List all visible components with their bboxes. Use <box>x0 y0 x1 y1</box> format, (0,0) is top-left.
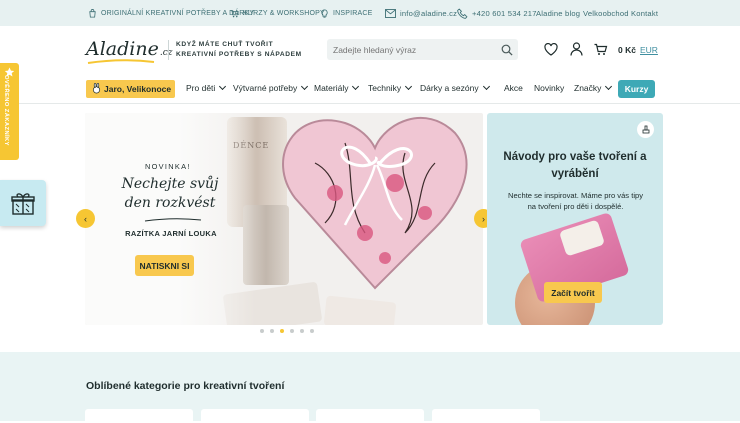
bag-icon <box>89 8 96 18</box>
verified-badge-label: OVĚŘENO ZÁKAZNÍKY <box>3 75 9 146</box>
hero-cta-button[interactable]: NATISKNI SI <box>135 255 194 276</box>
promo-text: Nechte se inspirovat. Máme pro vás tipy … <box>507 191 644 211</box>
user-icon <box>569 42 583 56</box>
topbar-item-courses[interactable]: KURZY & WORKSHOPY <box>230 0 325 26</box>
chevron-down-icon <box>482 82 490 91</box>
search-icon <box>501 44 513 56</box>
logo-text: Aladine <box>86 38 159 60</box>
chevron-right-icon: › <box>482 213 485 224</box>
nav-item-brands[interactable]: Značky <box>574 82 613 93</box>
email-link[interactable]: info@aladine.cz <box>400 9 457 18</box>
chevron-down-icon <box>219 82 227 91</box>
gift-widget[interactable] <box>0 180 46 226</box>
cart-icon <box>594 43 608 55</box>
promo-card[interactable]: Návody pro vaše tvoření a vyrábění Necht… <box>487 113 663 325</box>
promo-cta-button[interactable]: Začít tvořit <box>544 282 602 303</box>
hero-eyebrow: NOVINKA! <box>145 162 191 171</box>
phone-icon <box>457 8 468 19</box>
cart-button[interactable] <box>593 41 609 57</box>
phone-link[interactable]: +420 601 534 217 <box>472 9 537 18</box>
cart-icon <box>230 9 239 17</box>
slider-dot[interactable] <box>310 329 314 333</box>
chevron-down-icon <box>352 82 360 91</box>
slider-dot[interactable] <box>270 329 274 333</box>
wishlist-button[interactable] <box>543 41 559 57</box>
nav-item-new[interactable]: Novinky <box>534 83 564 93</box>
promo-badge <box>637 121 654 138</box>
cart-total: 0 Kč <box>618 45 636 55</box>
season-button[interactable]: Jaro, Velikonoce <box>86 80 175 98</box>
topbar-item-inspiration[interactable]: INSPIRACE <box>320 0 373 26</box>
logo-underline-icon <box>87 59 155 64</box>
nav-item-label: Značky <box>574 83 602 93</box>
nav-item-label: Akce <box>504 83 523 93</box>
courses-button[interactable]: Kurzy <box>618 80 655 98</box>
tagline-line-2: KREATIVNÍ POTŘEBY S NÁPADEM <box>176 51 302 58</box>
nav-item-gifts-seasons[interactable]: Dárky a sezóny <box>420 82 490 93</box>
swirl-divider-icon <box>144 218 202 222</box>
chevron-down-icon <box>605 82 613 91</box>
chevron-left-icon: ‹ <box>84 213 87 224</box>
nav-item-sales[interactable]: Akce <box>504 83 523 93</box>
lightbulb-icon <box>321 8 328 18</box>
stamp-icon <box>642 125 649 133</box>
nav-item-label: Novinky <box>534 83 565 93</box>
tagline-line-1: KDYŽ MÁTE CHUŤ TVOŘIT <box>176 41 274 48</box>
slider-dot[interactable] <box>300 329 304 333</box>
season-label: Jaro, Velikonoce <box>104 84 172 94</box>
nav-item-label: Dárky a sezóny <box>420 83 479 93</box>
top-bar: ORIGINÁLNÍ KREATIVNÍ POTŘEBY A DÁRKY KUR… <box>0 0 740 26</box>
slider-dot[interactable] <box>290 329 294 333</box>
nav-item-kids[interactable]: Pro děti <box>186 82 227 93</box>
slider-dot[interactable] <box>260 329 264 333</box>
hero-subtitle: RAZÍTKA JARNÍ LOUKA <box>125 229 217 238</box>
topbar-link-blog[interactable]: Aladine blog <box>536 0 580 26</box>
site-logo[interactable]: Aladine.cz <box>86 38 173 64</box>
categories-title: Oblíbené kategorie pro kreativní tvoření <box>86 380 285 392</box>
verified-reviews-badge[interactable]: OVĚŘENO ZÁKAZNÍKY <box>0 63 19 160</box>
gift-icon <box>11 193 35 215</box>
nav-item-label: Materiály <box>314 83 349 93</box>
topbar-item-label: INSPIRACE <box>333 9 373 17</box>
account-button[interactable] <box>568 41 584 57</box>
contact-link[interactable]: Kontakt <box>631 9 658 18</box>
chevron-down-icon <box>301 82 309 91</box>
hero-title: Nechejte svůj den rozkvést <box>121 176 219 211</box>
slider-prev-button[interactable]: ‹ <box>76 209 95 228</box>
header-tagline: KDYŽ MÁTE CHUŤ TVOŘIT KREATIVNÍ POTŘEBY … <box>168 40 302 60</box>
topbar-link-contact[interactable]: Kontakt <box>631 0 658 26</box>
stamp-block-image <box>323 295 397 325</box>
hero-slider[interactable]: DÉNCE NOVINKA! Nechejte svůj den rozkvés… <box>85 113 483 325</box>
topbar-link-wholesale[interactable]: Velkoobchod <box>583 0 629 26</box>
topbar-item-label: KURZY & WORKSHOPY <box>243 9 325 17</box>
wholesale-link[interactable]: Velkoobchod <box>583 9 629 18</box>
nav-item-techniques[interactable]: Techniky <box>368 82 413 93</box>
slider-dots <box>260 329 314 333</box>
slider-dot[interactable] <box>280 329 284 333</box>
nav-item-label: Techniky <box>368 83 402 93</box>
search-button[interactable] <box>496 39 518 60</box>
bunny-icon <box>92 83 101 94</box>
currency-switch[interactable]: EUR <box>640 45 658 55</box>
nav-item-materials[interactable]: Materiály <box>314 82 360 93</box>
blog-link[interactable]: Aladine blog <box>536 9 580 18</box>
heart-stamp-image <box>282 116 468 290</box>
mail-icon <box>385 8 396 18</box>
heart-icon <box>544 42 558 56</box>
chevron-down-icon <box>405 82 413 91</box>
nav-item-art-supplies[interactable]: Výtvarné potřeby <box>233 82 309 93</box>
topbar-phone[interactable]: +420 601 534 217 <box>457 0 537 26</box>
topbar-email[interactable]: info@aladine.cz <box>385 0 457 26</box>
nav-item-label: Pro děti <box>186 83 216 93</box>
nav-item-label: Výtvarné potřeby <box>233 83 298 93</box>
promo-title: Návody pro vaše tvoření a vyrábění <box>503 151 647 180</box>
search-input[interactable] <box>327 39 518 60</box>
